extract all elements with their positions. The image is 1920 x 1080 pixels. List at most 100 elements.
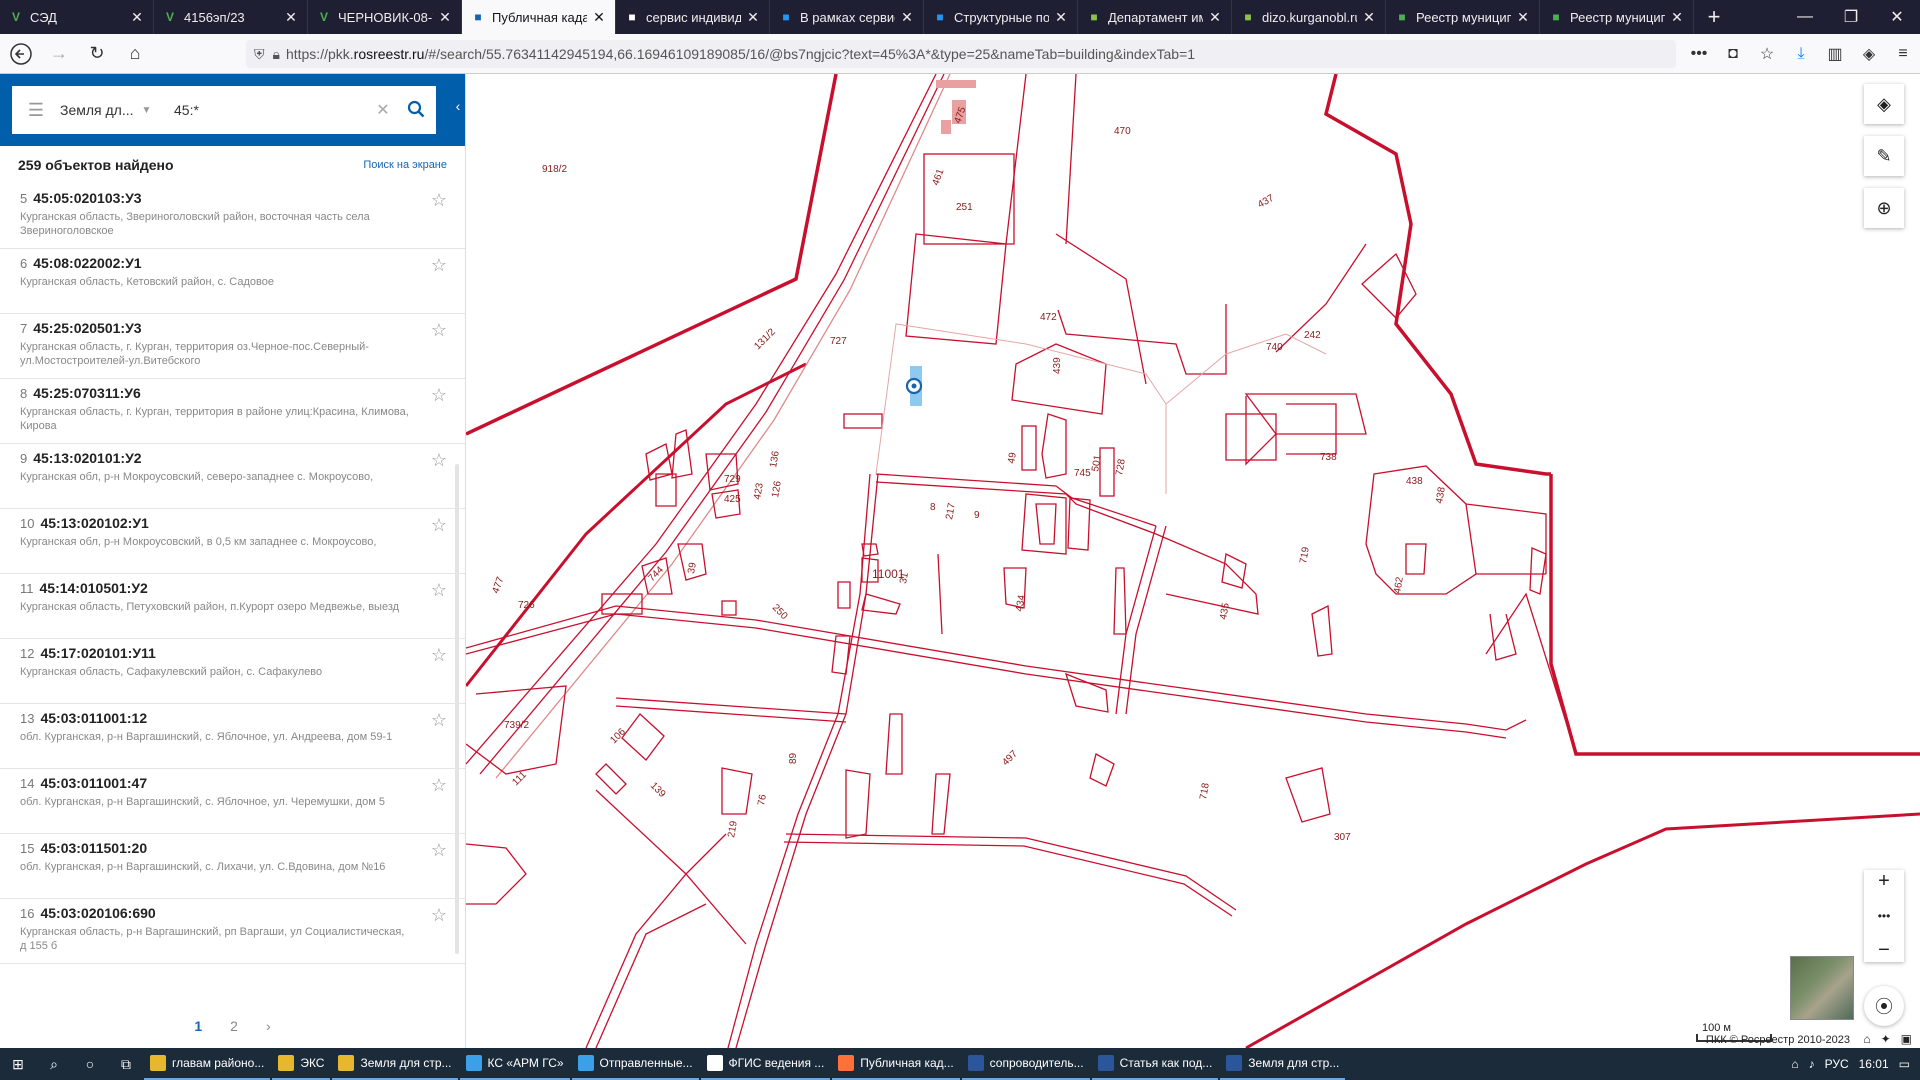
result-item[interactable]: 14 45:03:011001:47 обл. Курганская, р-н Ва… [0, 769, 465, 834]
compass-icon[interactable]: ⦿ [1864, 986, 1904, 1026]
new-tab-button[interactable]: + [1694, 0, 1734, 34]
result-item[interactable]: 12 45:17:020101:У11 Курганская область, Са… [0, 639, 465, 704]
volume-icon[interactable]: ♪ [1809, 1057, 1815, 1071]
taskbar-app[interactable]: сопроводитель... [961, 1048, 1090, 1080]
favorite-star-icon[interactable]: ☆ [431, 710, 447, 731]
result-item[interactable]: 16 45:03:020106:690 Курганская область, р-… [0, 899, 465, 964]
cortana-icon[interactable]: ○ [72, 1048, 108, 1080]
taskbar-app[interactable]: Статья как под... [1091, 1048, 1219, 1080]
result-item[interactable]: 7 45:25:020501:У3 Курганская область, г. К… [0, 314, 465, 379]
language-indicator[interactable]: РУС [1825, 1057, 1849, 1071]
taskbar-app[interactable]: Земля для стр... [1220, 1048, 1346, 1080]
sidebar-toggle-icon[interactable]: ▥ [1818, 44, 1852, 64]
restore-icon[interactable]: ❐ [1828, 0, 1874, 34]
zoom-in-icon[interactable]: + [1878, 870, 1890, 893]
pocket-icon[interactable]: ◘ [1716, 45, 1750, 63]
download-icon[interactable]: ⤓ [1784, 45, 1818, 63]
back-button[interactable] [4, 39, 38, 69]
search-input[interactable]: 45:* [170, 102, 370, 118]
taskbar-app[interactable]: Отправленные... [571, 1048, 699, 1080]
layers-icon[interactable]: ◈ [1864, 84, 1904, 124]
map-canvas[interactable]: 461475470918/2251 437472727439740242131/2… [466, 74, 1920, 1048]
result-item[interactable]: 6 45:08:022002:У1 Курганская область, Кето… [0, 249, 465, 314]
cadastral-map[interactable]: 461 475 470 918/2 251 437 472 727 439 740 242 131/2… [466, 74, 1920, 1048]
clock[interactable]: 16:01 [1859, 1057, 1889, 1071]
browser-tab[interactable]: ■ Департамент иму✕ [1078, 0, 1232, 34]
close-tab-icon[interactable]: ✕ [129, 9, 145, 26]
result-item[interactable]: 8 45:25:070311:У6 Курганская область, г. К… [0, 379, 465, 444]
menu-icon[interactable]: ≡ [1886, 45, 1920, 63]
taskbar-app[interactable]: ФГИС ведения ... [700, 1048, 831, 1080]
more-actions-icon[interactable]: ••• [1682, 45, 1716, 63]
result-item[interactable]: 11 45:14:010501:У2 Курганская область, Пет… [0, 574, 465, 639]
taskbar-app[interactable]: ЭКС [272, 1048, 331, 1080]
forward-button[interactable]: → [42, 39, 76, 69]
close-tab-icon[interactable]: ✕ [283, 9, 299, 26]
ruler-icon[interactable]: ✎ [1864, 136, 1904, 176]
browser-tab[interactable]: V 4156эп/23 ✕ [154, 0, 308, 34]
home-button[interactable]: ⌂ [118, 39, 152, 69]
favorite-star-icon[interactable]: ☆ [431, 775, 447, 796]
favorite-star-icon[interactable]: ☆ [431, 450, 447, 471]
search-icon[interactable] [396, 100, 436, 121]
browser-tab[interactable]: ■ Структурные под ✕ [924, 0, 1078, 34]
windows-start-icon[interactable]: ⊞ [0, 1048, 36, 1080]
taskbar-app[interactable]: Публичная кад... [832, 1048, 960, 1080]
object-type-select[interactable]: Земля дл... ▼ [60, 102, 170, 118]
close-tab-icon[interactable]: ✕ [1207, 9, 1223, 26]
minimize-icon[interactable]: — [1782, 0, 1828, 34]
close-tab-icon[interactable]: ✕ [437, 9, 453, 26]
task-view-icon[interactable]: ⧉ [108, 1048, 144, 1080]
browser-tab[interactable]: ■ Реестр муниципа ✕ [1540, 0, 1694, 34]
browser-tab[interactable]: V СЭД ✕ [0, 0, 154, 34]
share-icon[interactable]: ✦ [1881, 1032, 1891, 1046]
menu-burger-icon[interactable]: ☰ [12, 100, 60, 121]
favorite-star-icon[interactable]: ☆ [431, 320, 447, 341]
extension-icon[interactable]: ◈ [1852, 44, 1886, 64]
taskbar-app[interactable]: КС «АРМ ГС» [459, 1048, 570, 1080]
bookmark-star-icon[interactable]: ☆ [1750, 44, 1784, 64]
result-item[interactable]: 13 45:03:011001:12 обл. Курганская, р-н Ва… [0, 704, 465, 769]
network-icon[interactable]: ⌂ [1791, 1057, 1798, 1071]
close-tab-icon[interactable]: ✕ [1053, 9, 1069, 26]
favorite-star-icon[interactable]: ☆ [431, 645, 447, 666]
result-item[interactable]: 5 45:05:020103:У3 Курганская область, Звер… [0, 184, 465, 249]
basemap-preview[interactable] [1790, 956, 1854, 1020]
favorite-star-icon[interactable]: ☆ [431, 515, 447, 536]
browser-tab[interactable]: ■ dizo.kurganobl.ru ✕ [1232, 0, 1386, 34]
browser-tab[interactable]: ■ Публичная кадаст✕ [462, 0, 616, 34]
favorite-star-icon[interactable]: ☆ [431, 190, 447, 211]
home-view-icon[interactable]: ⌂ [1863, 1032, 1870, 1046]
close-tab-icon[interactable]: ✕ [1669, 9, 1685, 26]
more-icon[interactable]: ••• [1878, 909, 1891, 923]
browser-tab[interactable]: ■ В рамках сервиса✕ [770, 0, 924, 34]
favorite-star-icon[interactable]: ☆ [431, 905, 447, 926]
close-tab-icon[interactable]: ✕ [899, 9, 915, 26]
favorite-star-icon[interactable]: ☆ [431, 580, 447, 601]
result-item[interactable]: 9 45:13:020101:У2 Курганская обл, р-н Мокр… [0, 444, 465, 509]
search-on-screen-link[interactable]: Поиск на экране [363, 159, 447, 171]
locate-icon[interactable]: ⊕ [1864, 188, 1904, 228]
zoom-out-icon[interactable]: − [1878, 939, 1890, 962]
favorite-star-icon[interactable]: ☆ [431, 840, 447, 861]
browser-tab[interactable]: V ЧЕРНОВИК-08-79✕ [308, 0, 462, 34]
result-item[interactable]: 15 45:03:011501:20 обл. Курганская, р-н Ва… [0, 834, 465, 899]
reload-button[interactable]: ↻ [80, 39, 114, 69]
taskbar-app[interactable]: главам районо... [144, 1048, 271, 1080]
page-1[interactable]: 1 [194, 1018, 202, 1034]
notifications-icon[interactable]: ▭ [1899, 1057, 1910, 1071]
address-bar[interactable]: ⛨ 🔒︎ https://pkk.rosreestr.ru/#/search/5… [246, 40, 1676, 68]
result-item[interactable]: 10 45:13:020102:У1 Курганская обл, р-н Мок… [0, 509, 465, 574]
close-tab-icon[interactable]: ✕ [745, 9, 761, 26]
close-tab-icon[interactable]: ✕ [591, 9, 607, 26]
next-page-icon[interactable]: › [266, 1018, 271, 1034]
collapse-panel-icon[interactable]: ‹ [451, 98, 465, 124]
fullscreen-icon[interactable]: ▣ [1901, 1032, 1912, 1046]
clear-icon[interactable]: ✕ [370, 100, 396, 120]
browser-tab[interactable]: ■ сервис индивиду ✕ [616, 0, 770, 34]
close-tab-icon[interactable]: ✕ [1515, 9, 1531, 26]
search-taskbar-icon[interactable]: ⌕ [36, 1048, 72, 1080]
browser-tab[interactable]: ■ Реестр муниципа ✕ [1386, 0, 1540, 34]
taskbar-app[interactable]: Земля для стр... [332, 1048, 458, 1080]
close-tab-icon[interactable]: ✕ [1361, 9, 1377, 26]
